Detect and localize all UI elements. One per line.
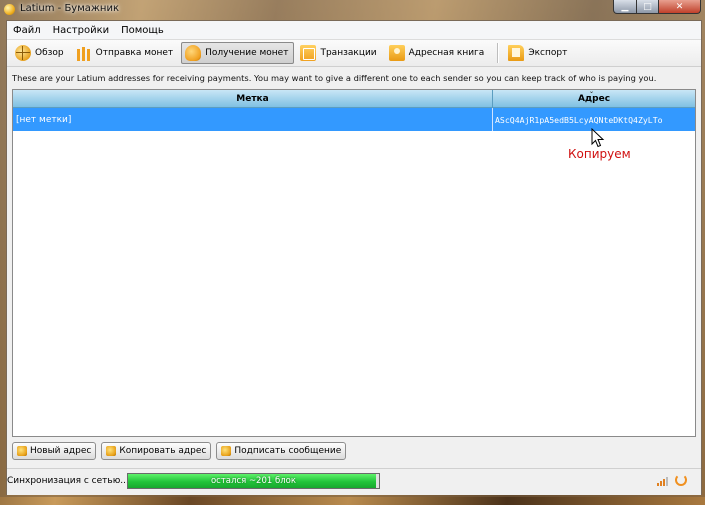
receive-info-text: These are your Latium addresses for rece… (12, 73, 657, 83)
sign-message-label: Подписать сообщение (234, 446, 342, 456)
tab-receive-label: Получение монет (205, 48, 289, 58)
minimize-icon: ▁ (621, 1, 629, 12)
column-header-label[interactable]: Метка (13, 90, 493, 107)
wallet-window: Файл Настройки Помощь Обзор Отправка мон… (6, 20, 702, 495)
tab-send-coins[interactable]: Отправка монет (72, 42, 180, 64)
row-label[interactable]: [нет метки] (13, 108, 493, 131)
send-coins-icon (75, 45, 92, 61)
tab-transactions-label: Транзакции (320, 48, 377, 58)
minimize-button[interactable]: ▁ (613, 0, 637, 14)
close-button[interactable]: ✕ (659, 0, 701, 14)
tab-overview-label: Обзор (35, 48, 64, 58)
copy-address-button[interactable]: Копировать адрес (101, 442, 212, 460)
export-button[interactable]: Экспорт (504, 42, 573, 64)
status-bar: Синхронизация с сетью... остался ~201 бл… (7, 468, 701, 495)
new-address-icon (17, 446, 27, 456)
menu-help[interactable]: Помощь (115, 25, 170, 36)
column-header-address[interactable]: ⌄ Адрес (493, 88, 695, 107)
window-controls: ▁ □ ✕ (613, 0, 701, 14)
tab-address-book-label: Адресная книга (408, 48, 485, 58)
window-title: Latium - Бумажник (20, 3, 119, 14)
menu-settings[interactable]: Настройки (47, 25, 115, 36)
sync-progress-bar: остался ~201 блок (127, 473, 380, 489)
latium-app-icon (4, 4, 15, 15)
overview-icon (15, 45, 31, 61)
toolbar: Обзор Отправка монет Получение монет Тра… (7, 40, 701, 67)
sort-indicator-icon: ⌄ (589, 88, 595, 95)
tab-transactions[interactable]: Транзакции (296, 42, 382, 64)
mouse-cursor-icon (591, 128, 605, 148)
maximize-button[interactable]: □ (637, 0, 659, 14)
export-label: Экспорт (528, 48, 568, 58)
toolbar-separator (497, 43, 500, 63)
sync-status-label: Синхронизация с сетью... (7, 476, 129, 486)
column-header-address-text: Адрес (577, 93, 611, 104)
table-header: Метка ⌄ Адрес (13, 88, 695, 108)
menu-file[interactable]: Файл (7, 25, 47, 36)
tab-receive-coins[interactable]: Получение монет (181, 42, 295, 64)
copy-address-label: Копировать адрес (119, 446, 207, 456)
action-buttons: Новый адрес Копировать адрес Подписать с… (12, 442, 351, 460)
syncing-icon (675, 474, 687, 486)
menu-bar: Файл Настройки Помощь (7, 21, 701, 40)
close-icon: ✕ (675, 1, 684, 12)
piggy-bank-icon (185, 45, 202, 61)
export-icon (508, 45, 525, 61)
tab-overview[interactable]: Обзор (11, 42, 70, 64)
tab-send-label: Отправка монет (95, 48, 174, 58)
copy-icon (106, 446, 117, 456)
transactions-icon (300, 45, 317, 61)
maximize-icon: □ (643, 1, 652, 12)
copy-annotation: Копируем (568, 147, 631, 161)
sync-progress-text: остался ~201 блок (210, 476, 296, 486)
status-icons (657, 474, 687, 486)
tab-address-book[interactable]: Адресная книга (385, 42, 491, 64)
new-address-label: Новый адрес (30, 446, 92, 456)
address-book-icon (388, 45, 405, 61)
connections-icon (657, 476, 669, 486)
sign-icon (221, 446, 232, 456)
new-address-button[interactable]: Новый адрес (12, 442, 97, 460)
sign-message-button[interactable]: Подписать сообщение (216, 442, 347, 460)
title-bar: Latium - Бумажник ▁ □ ✕ (0, 0, 705, 20)
